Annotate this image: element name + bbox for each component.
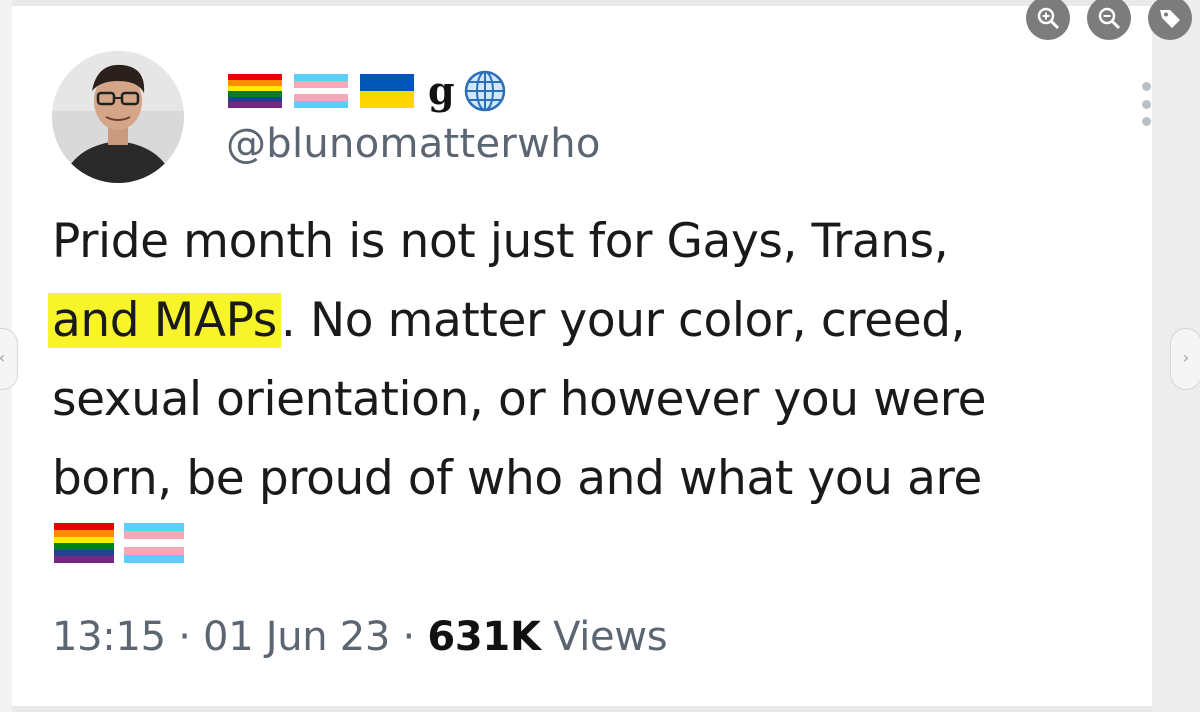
transgender-flag-icon bbox=[124, 523, 184, 563]
avatar[interactable] bbox=[52, 51, 184, 183]
tweet-text-line: sexual orientation, or however you were bbox=[52, 372, 987, 427]
display-name[interactable]: g bbox=[228, 69, 507, 113]
rainbow-flag-icon bbox=[54, 523, 114, 563]
post-date[interactable]: 01 Jun 23 bbox=[203, 614, 390, 660]
tag-icon[interactable] bbox=[1148, 0, 1192, 40]
zoom-in-icon[interactable] bbox=[1026, 0, 1070, 40]
next-arrow-icon[interactable]: › bbox=[1170, 328, 1200, 390]
viewer-toolbar bbox=[1026, 0, 1200, 40]
more-options-icon[interactable] bbox=[1136, 82, 1156, 126]
views-label: Views bbox=[553, 614, 668, 660]
tweet-text-line: born, be proud of who and what you are bbox=[52, 451, 982, 506]
meta-separator: · bbox=[402, 614, 416, 660]
tweet-text-line: Pride month is not just for Gays, Trans, bbox=[52, 214, 949, 269]
zoom-out-icon[interactable] bbox=[1087, 0, 1131, 40]
post-meta: 13:15 · 01 Jun 23 · 631K Views bbox=[52, 614, 668, 660]
transgender-flag-icon bbox=[294, 74, 348, 108]
meta-separator: · bbox=[178, 614, 191, 660]
post-time[interactable]: 13:15 bbox=[52, 614, 166, 660]
tweet-text-line: and MAPs. No matter your color, creed, bbox=[48, 281, 1152, 360]
user-handle[interactable]: @blunomatterwho bbox=[226, 121, 601, 167]
views-count: 631K bbox=[427, 614, 541, 660]
tweet-text-segment: . No matter your color, creed, bbox=[280, 293, 966, 348]
trailing-flags bbox=[54, 523, 194, 563]
ukraine-flag-icon bbox=[360, 74, 414, 108]
rainbow-flag-icon bbox=[228, 74, 282, 108]
highlighted-text: and MAPs bbox=[48, 293, 281, 348]
tweet-text: Pride month is not just for Gays, Trans,… bbox=[48, 202, 1152, 518]
display-name-letter: g bbox=[428, 68, 455, 113]
previous-arrow-icon[interactable]: ‹ bbox=[0, 328, 18, 390]
tweet-card: g @blunomatterwho Pride month is not jus… bbox=[12, 0, 1192, 706]
globe-icon bbox=[463, 69, 507, 113]
